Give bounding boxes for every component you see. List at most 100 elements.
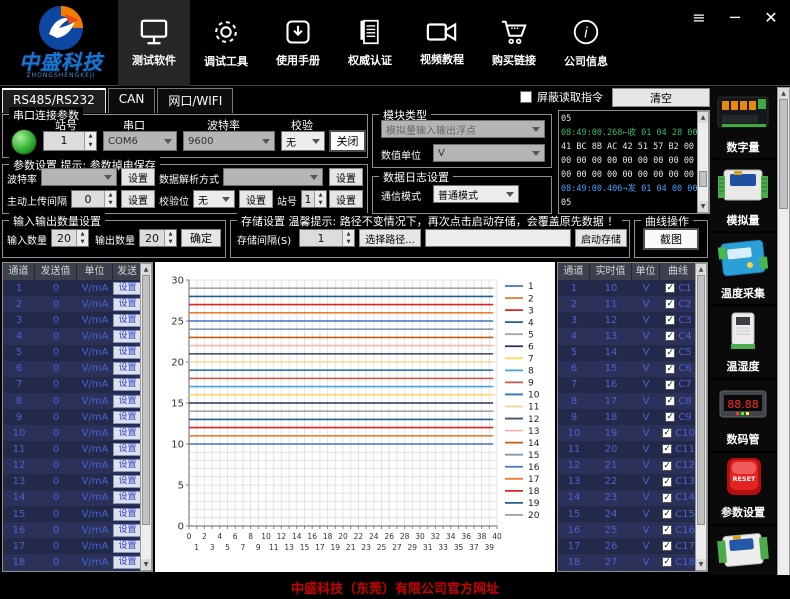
channel-set-button[interactable]: 设置 bbox=[113, 314, 142, 327]
curve-checkbox[interactable]: ✓ bbox=[662, 557, 672, 567]
start-storage-button[interactable]: 启动存储 bbox=[575, 229, 627, 247]
toolbar-item-test-software[interactable]: 测试软件 bbox=[118, 0, 190, 86]
curve-checkbox[interactable]: ✓ bbox=[665, 283, 675, 293]
send-table-scrollbar[interactable]: ▲ ▼ bbox=[140, 263, 152, 571]
parse-mode-combo[interactable] bbox=[223, 168, 323, 186]
sidebar-item-digital[interactable]: 数字量 bbox=[710, 87, 776, 160]
close-icon[interactable]: ✕ bbox=[760, 8, 782, 28]
sidebar-item-humidity[interactable]: 温湿度 bbox=[710, 306, 776, 379]
channel-set-button[interactable]: 设置 bbox=[113, 378, 142, 391]
tab-2[interactable]: 网口/WIFI bbox=[157, 88, 233, 113]
channel-set-button[interactable]: 设置 bbox=[113, 427, 142, 440]
upload-interval-set-button[interactable]: 设置 bbox=[121, 190, 155, 208]
input-count-label: 输入数量 bbox=[7, 232, 47, 247]
curve-chart-svg: 0510152025300123456789101112131415161718… bbox=[155, 262, 555, 572]
channel-set-button[interactable]: 设置 bbox=[113, 411, 142, 424]
curve-name: C12 bbox=[675, 460, 695, 471]
curve-checkbox[interactable]: ✓ bbox=[662, 444, 672, 454]
realtime-table-row: 817V✓C8 bbox=[558, 393, 707, 409]
curve-name: C5 bbox=[678, 347, 691, 358]
parity-combo[interactable]: 无 bbox=[281, 131, 325, 151]
sidebar-scrollbar[interactable]: ▲ ▼ bbox=[777, 87, 790, 599]
param-parity-combo[interactable]: 无 bbox=[193, 190, 235, 208]
storage-path-field[interactable] bbox=[425, 229, 571, 247]
channel-set-button[interactable]: 设置 bbox=[113, 330, 142, 343]
station-spinner[interactable]: 1▲▼ bbox=[43, 131, 97, 151]
close-port-button[interactable]: 关闭 bbox=[329, 130, 366, 152]
storage-interval-spinner[interactable]: 1▲▼ bbox=[299, 229, 355, 247]
channel-set-button[interactable]: 设置 bbox=[113, 395, 142, 408]
curve-checkbox[interactable]: ✓ bbox=[665, 396, 675, 406]
sidebar-item-temp[interactable]: 温度采集 bbox=[710, 233, 776, 306]
curve-checkbox[interactable]: ✓ bbox=[662, 493, 672, 503]
param-station-set-button[interactable]: 设置 bbox=[329, 190, 363, 208]
param-station-spinner[interactable]: 1▲▼ bbox=[301, 190, 327, 208]
unit-combo[interactable]: V bbox=[433, 144, 545, 162]
curve-checkbox[interactable]: ✓ bbox=[665, 315, 675, 325]
channel-set-button[interactable]: 设置 bbox=[113, 508, 142, 521]
sidebar-item-params[interactable]: RESET参数设置 bbox=[710, 453, 776, 526]
curve-checkbox[interactable]: ✓ bbox=[662, 509, 672, 519]
curve-checkbox[interactable]: ✓ bbox=[665, 412, 675, 422]
channel-set-button[interactable]: 设置 bbox=[113, 524, 142, 537]
channel-set-button[interactable]: 设置 bbox=[113, 362, 142, 375]
channel-set-button[interactable]: 设置 bbox=[113, 459, 142, 472]
curve-checkbox[interactable]: ✓ bbox=[662, 477, 672, 487]
toolbar-item-company-info[interactable]: i公司信息 bbox=[550, 0, 622, 86]
toolbar-item-purchase-link[interactable]: 购买链接 bbox=[478, 0, 550, 86]
channel-set-button[interactable]: 设置 bbox=[113, 443, 142, 456]
toolbar-item-video-tutorial[interactable]: 视频教程 bbox=[406, 0, 478, 86]
svg-text:18: 18 bbox=[323, 532, 333, 541]
log-scrollbar[interactable]: ▲ ▼ bbox=[697, 111, 709, 213]
channel-set-button[interactable]: 设置 bbox=[113, 346, 142, 359]
param-parity-set-button[interactable]: 设置 bbox=[239, 190, 273, 208]
choose-path-button[interactable]: 选择路径... bbox=[359, 229, 421, 247]
channel-set-button[interactable]: 设置 bbox=[113, 282, 142, 295]
upload-interval-spinner[interactable]: 0▲▼ bbox=[71, 190, 117, 208]
channel-set-button[interactable]: 设置 bbox=[113, 556, 142, 569]
curve-checkbox[interactable]: ✓ bbox=[665, 299, 675, 309]
sidebar-item-analog[interactable]: 模拟量 bbox=[710, 160, 776, 233]
toolbar-item-debug-tools[interactable]: 调试工具 bbox=[190, 0, 262, 86]
menu-icon[interactable]: ≡ bbox=[688, 8, 710, 28]
channel-set-button[interactable]: 设置 bbox=[113, 540, 142, 553]
channel-set-button[interactable]: 设置 bbox=[113, 475, 142, 488]
screenshot-button[interactable]: 截图 bbox=[643, 228, 699, 250]
sidebar-item-label: 参数设置 bbox=[721, 504, 765, 520]
realtime-table-body: 110V✓C1211V✓C2312V✓C3413V✓C4514V✓C5615V✓… bbox=[558, 280, 707, 571]
realtime-table-scrollbar[interactable]: ▲ ▼ bbox=[695, 263, 707, 571]
comm-mode-combo[interactable]: 普通模式 bbox=[433, 185, 519, 203]
curve-checkbox[interactable]: ✓ bbox=[662, 541, 672, 551]
port-combo[interactable]: COM6 bbox=[103, 131, 177, 151]
logo-icon bbox=[35, 4, 87, 52]
parse-mode-set-button[interactable]: 设置 bbox=[329, 168, 363, 186]
toolbar-item-certification[interactable]: 权威认证 bbox=[334, 0, 406, 86]
tab-1[interactable]: CAN bbox=[108, 88, 156, 113]
channel-set-button[interactable]: 设置 bbox=[113, 491, 142, 504]
curve-checkbox[interactable]: ✓ bbox=[665, 348, 675, 358]
log-line: 05 bbox=[561, 196, 697, 210]
io-confirm-button[interactable]: 确定 bbox=[181, 229, 221, 247]
column-header: 通道 bbox=[558, 263, 590, 280]
minimize-icon[interactable]: ─ bbox=[724, 8, 746, 28]
curve-checkbox[interactable]: ✓ bbox=[662, 428, 672, 438]
curve-checkbox[interactable]: ✓ bbox=[662, 461, 672, 471]
param-baud-combo[interactable] bbox=[41, 168, 117, 186]
param-baud-set-button[interactable]: 设置 bbox=[121, 168, 155, 186]
toolbar-item-user-manual[interactable]: 使用手册 bbox=[262, 0, 334, 86]
curve-checkbox[interactable]: ✓ bbox=[665, 364, 675, 374]
output-count-spinner[interactable]: 20▲▼ bbox=[139, 229, 177, 247]
svg-text:11: 11 bbox=[528, 403, 539, 413]
channel-set-button[interactable]: 设置 bbox=[113, 298, 142, 311]
mask-read-checkbox[interactable] bbox=[520, 91, 532, 103]
clear-log-button[interactable]: 清空 bbox=[612, 88, 710, 107]
input-count-spinner[interactable]: 20▲▼ bbox=[51, 229, 89, 247]
curve-checkbox[interactable]: ✓ bbox=[662, 525, 672, 535]
module-type-combo[interactable]: 模拟量输入输出浮点 bbox=[381, 120, 545, 138]
baud-combo[interactable]: 9600 bbox=[183, 131, 275, 151]
comm-log-panel[interactable]: 0508:49:00.268←收 01 04 28 00 EB 02 0B41 … bbox=[558, 110, 710, 214]
curve-checkbox[interactable]: ✓ bbox=[665, 380, 675, 390]
sidebar-item-display[interactable]: 88.88数码管 bbox=[710, 380, 776, 453]
company-website-link[interactable]: 中盛科技（东莞）有限公司官方网址 bbox=[291, 578, 499, 597]
curve-checkbox[interactable]: ✓ bbox=[665, 331, 675, 341]
